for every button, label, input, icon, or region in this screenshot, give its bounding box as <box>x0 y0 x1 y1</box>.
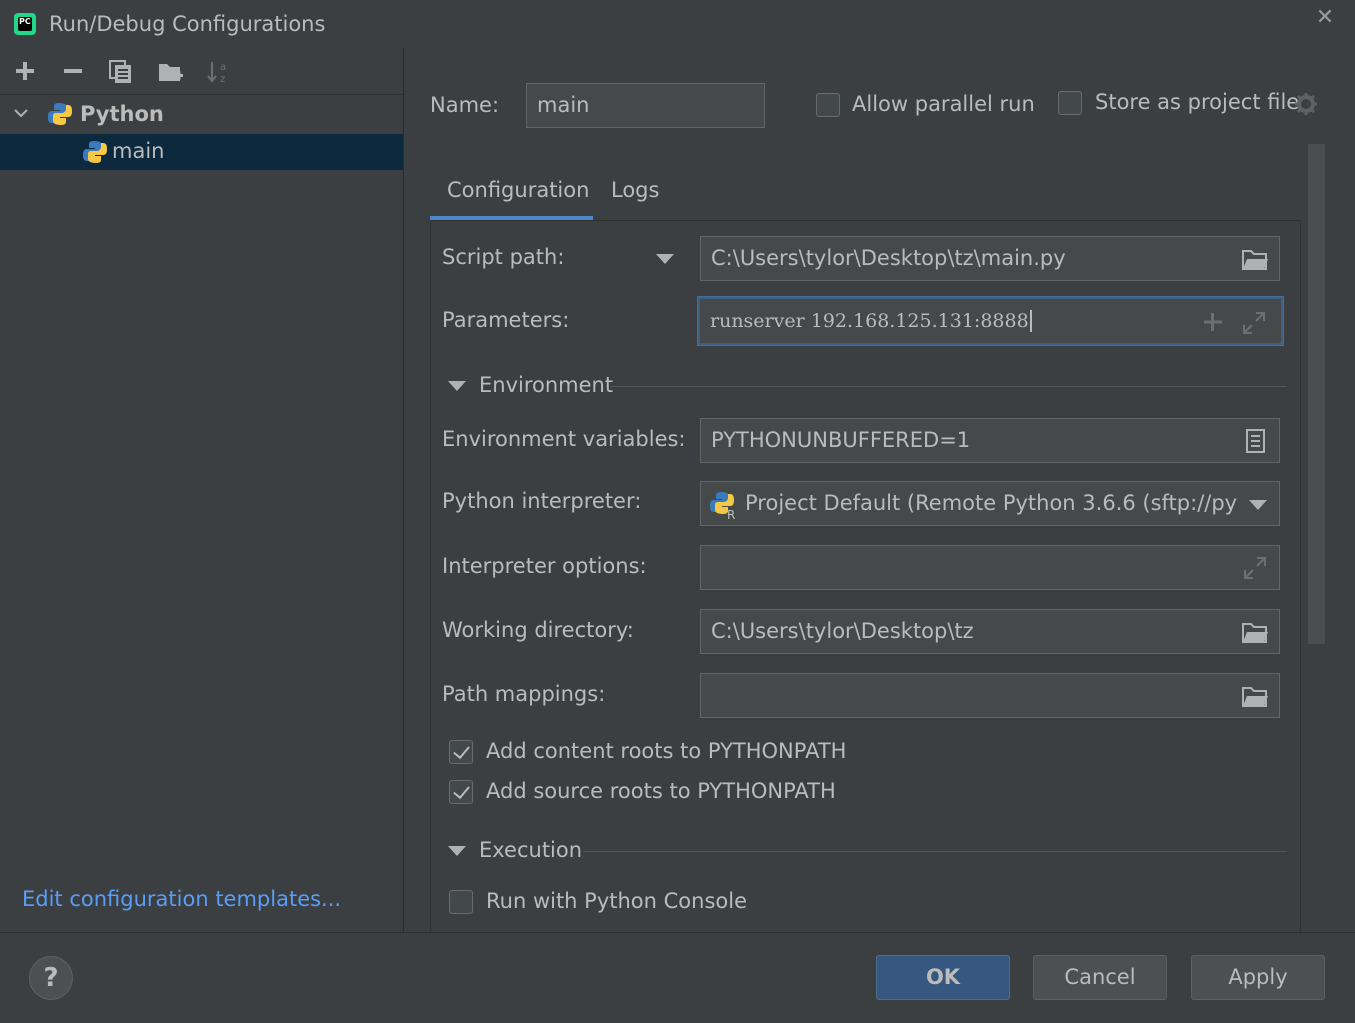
parameters-value: runserver 192.168.125.131:8888 <box>710 310 1029 332</box>
expand-icon[interactable] <box>1241 555 1269 581</box>
help-button[interactable]: ? <box>29 956 73 1000</box>
script-path-label: Script path: <box>442 245 565 269</box>
script-path-field[interactable]: C:\Users\tylor\Desktop\tz\main.py <box>700 236 1280 281</box>
python-icon <box>48 103 72 125</box>
content-roots-checkbox[interactable] <box>449 740 473 764</box>
chevron-down-icon[interactable] <box>1249 500 1267 510</box>
svg-text:z: z <box>220 74 225 85</box>
sort-icon[interactable]: az <box>204 56 234 86</box>
python-icon <box>83 141 107 163</box>
interpreter-options-label: Interpreter options: <box>442 554 647 578</box>
add-parameter-icon[interactable] <box>1201 310 1225 334</box>
chevron-down-icon[interactable] <box>12 104 30 122</box>
content-roots-label: Add content roots to PYTHONPATH <box>486 739 847 763</box>
interpreter-label: Python interpreter: <box>442 489 642 513</box>
tab-logs[interactable]: Logs <box>611 178 659 202</box>
app-logo-text: PC <box>19 17 31 26</box>
interpreter-select[interactable]: R Project Default (Remote Python 3.6.6 (… <box>700 481 1280 526</box>
execution-section-title[interactable]: Execution <box>479 838 582 862</box>
env-vars-label: Environment variables: <box>442 427 686 451</box>
cancel-button[interactable]: Cancel <box>1033 955 1167 1000</box>
python-console-checkbox[interactable] <box>449 890 473 914</box>
env-vars-field[interactable]: PYTHONUNBUFFERED=1 <box>700 418 1280 463</box>
allow-parallel-label: Allow parallel run <box>852 92 1035 116</box>
svg-text:a: a <box>220 62 226 73</box>
close-icon[interactable]: ✕ <box>1313 6 1337 30</box>
path-mappings-label: Path mappings: <box>442 682 606 706</box>
store-project-label: Store as project file <box>1095 90 1300 114</box>
document-icon[interactable] <box>1241 428 1269 454</box>
parameters-field[interactable]: runserver 192.168.125.131:8888 <box>698 297 1283 345</box>
environment-collapse-icon[interactable] <box>448 381 466 391</box>
tree-group-label: Python <box>80 102 164 126</box>
add-icon[interactable] <box>10 56 40 86</box>
section-divider <box>611 386 1287 387</box>
edit-templates-link[interactable]: Edit configuration templates... <box>22 887 341 911</box>
python-console-label: Run with Python Console <box>486 889 748 913</box>
working-dir-value: C:\Users\tylor\Desktop\tz <box>711 619 974 643</box>
interpreter-options-field[interactable] <box>700 545 1280 590</box>
config-toolbar: az <box>0 48 403 95</box>
copy-icon[interactable] <box>106 56 136 86</box>
name-label: Name: <box>430 93 500 117</box>
source-roots-checkbox[interactable] <box>449 780 473 804</box>
environment-section-title[interactable]: Environment <box>479 373 613 397</box>
path-mappings-field[interactable] <box>700 673 1280 718</box>
source-roots-label: Add source roots to PYTHONPATH <box>486 779 836 803</box>
vertical-scrollbar[interactable] <box>1308 144 1325 644</box>
name-field[interactable]: main <box>526 83 765 128</box>
parameters-label: Parameters: <box>442 308 570 332</box>
apply-button[interactable]: Apply <box>1191 955 1325 1000</box>
section-divider <box>583 851 1287 852</box>
allow-parallel-checkbox[interactable] <box>816 93 840 117</box>
ok-button[interactable]: OK <box>876 955 1010 1000</box>
configurations-pane <box>0 48 404 932</box>
interpreter-value: Project Default (Remote Python 3.6.6 (sf… <box>745 491 1237 515</box>
remote-python-icon: R <box>710 492 735 520</box>
pycharm-logo-icon: PC <box>14 13 36 35</box>
remove-icon[interactable] <box>58 56 88 86</box>
new-folder-icon[interactable] <box>156 56 186 86</box>
tree-item-main[interactable]: main <box>0 134 403 170</box>
tab-configuration[interactable]: Configuration <box>447 178 589 202</box>
execution-collapse-icon[interactable] <box>448 846 466 856</box>
svg-text:R: R <box>727 508 735 520</box>
script-type-dropdown-icon[interactable] <box>656 254 674 264</box>
store-project-checkbox[interactable] <box>1058 91 1082 115</box>
tree-item-label: main <box>112 139 165 163</box>
expand-icon[interactable] <box>1241 310 1267 336</box>
env-vars-value: PYTHONUNBUFFERED=1 <box>711 428 971 452</box>
folder-icon[interactable] <box>1241 619 1269 645</box>
window-title: Run/Debug Configurations <box>49 12 326 36</box>
text-cursor <box>1029 310 1032 332</box>
folder-icon[interactable] <box>1241 683 1269 709</box>
working-dir-field[interactable]: C:\Users\tylor\Desktop\tz <box>700 609 1280 654</box>
gear-icon[interactable] <box>1294 92 1318 116</box>
tree-item-python[interactable]: Python <box>0 96 403 132</box>
script-path-value: C:\Users\tylor\Desktop\tz\main.py <box>711 246 1066 270</box>
folder-icon[interactable] <box>1241 246 1269 272</box>
working-dir-label: Working directory: <box>442 618 634 642</box>
